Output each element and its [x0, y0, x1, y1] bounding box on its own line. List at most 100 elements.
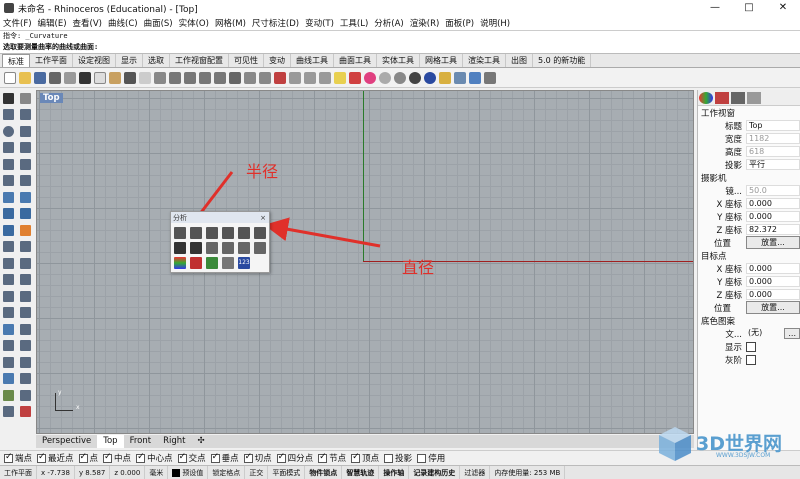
import-icon[interactable]	[64, 71, 76, 84]
minimize-button[interactable]: —	[698, 0, 732, 16]
grid-icon[interactable]	[244, 71, 256, 84]
rotate-view-icon[interactable]	[154, 71, 166, 84]
camera-z-field[interactable]: 82.372	[746, 224, 800, 235]
osnap-end[interactable]: 端点	[4, 452, 32, 464]
help-tab-icon[interactable]	[747, 91, 761, 104]
lock-icon[interactable]	[319, 71, 331, 84]
show-checkbox[interactable]	[746, 341, 756, 352]
hide-icon[interactable]	[289, 71, 301, 84]
split-icon[interactable]	[20, 307, 31, 319]
osnap-point[interactable]: 点	[78, 452, 98, 464]
properties-icon[interactable]	[469, 71, 481, 84]
show-edges-icon[interactable]	[222, 257, 234, 269]
osnap-checkbox[interactable]	[417, 453, 427, 463]
status-planar[interactable]: 平面模式	[268, 465, 306, 479]
viewport-title[interactable]: Top	[40, 93, 63, 103]
tab-curve-tools[interactable]: 曲线工具	[291, 54, 334, 67]
radius-measure-icon[interactable]	[174, 242, 186, 254]
osnap-checkbox[interactable]	[37, 452, 47, 463]
grayscale-checkbox[interactable]	[746, 354, 756, 365]
maximize-button[interactable]: □	[732, 0, 766, 16]
tab-surface-tools[interactable]: 曲面工具	[334, 54, 377, 67]
four-view-icon[interactable]	[259, 71, 271, 84]
osnap-checkbox[interactable]	[318, 452, 328, 463]
projection-select[interactable]: 平行	[746, 159, 800, 170]
menu-dimension[interactable]: 尺寸标注(D)	[252, 17, 299, 29]
deviation-icon[interactable]	[222, 242, 234, 254]
rectangle-icon[interactable]	[3, 142, 14, 154]
osnap-perpendicular[interactable]: 垂点	[210, 452, 239, 464]
command-prompt[interactable]: 选取要测量曲率的曲线或曲面:	[0, 42, 800, 53]
curve-icon[interactable]	[20, 109, 31, 121]
target-y-field[interactable]: 0.000	[746, 276, 800, 287]
analyze-toolbar-panel[interactable]: 分析 × 123	[170, 211, 270, 273]
material-icon[interactable]	[439, 71, 451, 84]
add-viewport-tab[interactable]: ✣	[191, 435, 210, 448]
distance-icon[interactable]	[174, 227, 186, 239]
geometry-continuity-icon[interactable]	[206, 242, 218, 254]
osnap-disable[interactable]: 停用	[417, 452, 445, 464]
fillet-icon[interactable]	[3, 175, 14, 187]
cloud-icon[interactable]	[20, 389, 31, 401]
tab-perspective[interactable]: Perspective	[36, 435, 97, 448]
menu-render[interactable]: 渲染(R)	[410, 17, 440, 29]
menu-edit[interactable]: 编辑(E)	[38, 17, 67, 29]
offset-icon[interactable]	[20, 158, 31, 170]
menu-curve[interactable]: 曲线(C)	[108, 17, 138, 29]
color-wheel-icon[interactable]	[364, 71, 376, 84]
tab-drafting[interactable]: 出图	[506, 54, 533, 67]
layer-icon[interactable]	[349, 71, 361, 84]
check-objects-icon[interactable]	[206, 257, 218, 269]
direction-icon[interactable]	[190, 242, 202, 254]
bounding-box-icon[interactable]	[222, 227, 234, 239]
tab-new-in-v5[interactable]: 5.0 的新功能	[533, 54, 592, 67]
arc-icon[interactable]	[20, 125, 31, 137]
cut-icon[interactable]	[79, 71, 91, 84]
osnap-checkbox[interactable]	[136, 452, 146, 463]
pan-hand-icon[interactable]	[139, 71, 151, 84]
osnap-near[interactable]: 最近点	[37, 452, 74, 464]
layout-grid-icon[interactable]	[3, 356, 14, 368]
osnap-checkbox[interactable]	[177, 452, 187, 463]
dot-icon[interactable]	[20, 406, 31, 418]
osnap-checkbox[interactable]	[210, 452, 220, 463]
show-icon[interactable]	[304, 71, 316, 84]
tab-cplanes[interactable]: 工作平面	[30, 54, 73, 67]
extend-icon[interactable]	[20, 175, 31, 187]
zoom-window-icon[interactable]	[184, 71, 196, 84]
curvature-icon[interactable]	[238, 227, 250, 239]
help-icon[interactable]	[484, 71, 496, 84]
sphere-icon[interactable]	[3, 224, 14, 236]
open-file-icon[interactable]	[19, 71, 31, 84]
menu-transform[interactable]: 变动(T)	[305, 17, 334, 29]
menu-analyze[interactable]: 分析(A)	[374, 17, 403, 29]
viewport-layout-icon[interactable]	[229, 71, 241, 84]
curvature-graph-icon[interactable]	[174, 257, 186, 269]
status-grid-snap[interactable]: 锁定格点	[208, 465, 246, 479]
osnap-tangent[interactable]: 切点	[243, 452, 272, 464]
rendered-sphere-icon[interactable]	[409, 71, 421, 84]
copy-object-icon[interactable]	[20, 257, 31, 269]
array-icon[interactable]	[3, 323, 14, 335]
paste-icon[interactable]	[109, 71, 121, 84]
target-place-button[interactable]: 放置...	[746, 301, 800, 314]
tab-select[interactable]: 选取	[143, 54, 170, 67]
box-icon[interactable]	[3, 208, 14, 220]
length-icon[interactable]	[206, 227, 218, 239]
osnap-checkbox[interactable]	[243, 452, 253, 463]
zoom-icon[interactable]	[169, 71, 181, 84]
more-tools-icon[interactable]	[3, 406, 14, 418]
group-icon[interactable]	[20, 323, 31, 335]
menu-file[interactable]: 文件(F)	[3, 17, 32, 29]
close-icon[interactable]: ×	[260, 214, 266, 222]
camera-y-field[interactable]: 0.000	[746, 211, 800, 222]
layers-tab-icon[interactable]	[715, 91, 729, 104]
osnap-mid[interactable]: 中点	[103, 452, 131, 464]
osnap-checkbox[interactable]	[276, 452, 286, 463]
light-icon[interactable]	[334, 71, 346, 84]
angle-icon[interactable]	[190, 227, 202, 239]
shaded-sphere-icon[interactable]	[394, 71, 406, 84]
tab-top[interactable]: Top	[97, 435, 124, 448]
move-icon[interactable]	[3, 257, 14, 269]
menu-mesh[interactable]: 网格(M)	[215, 17, 246, 29]
